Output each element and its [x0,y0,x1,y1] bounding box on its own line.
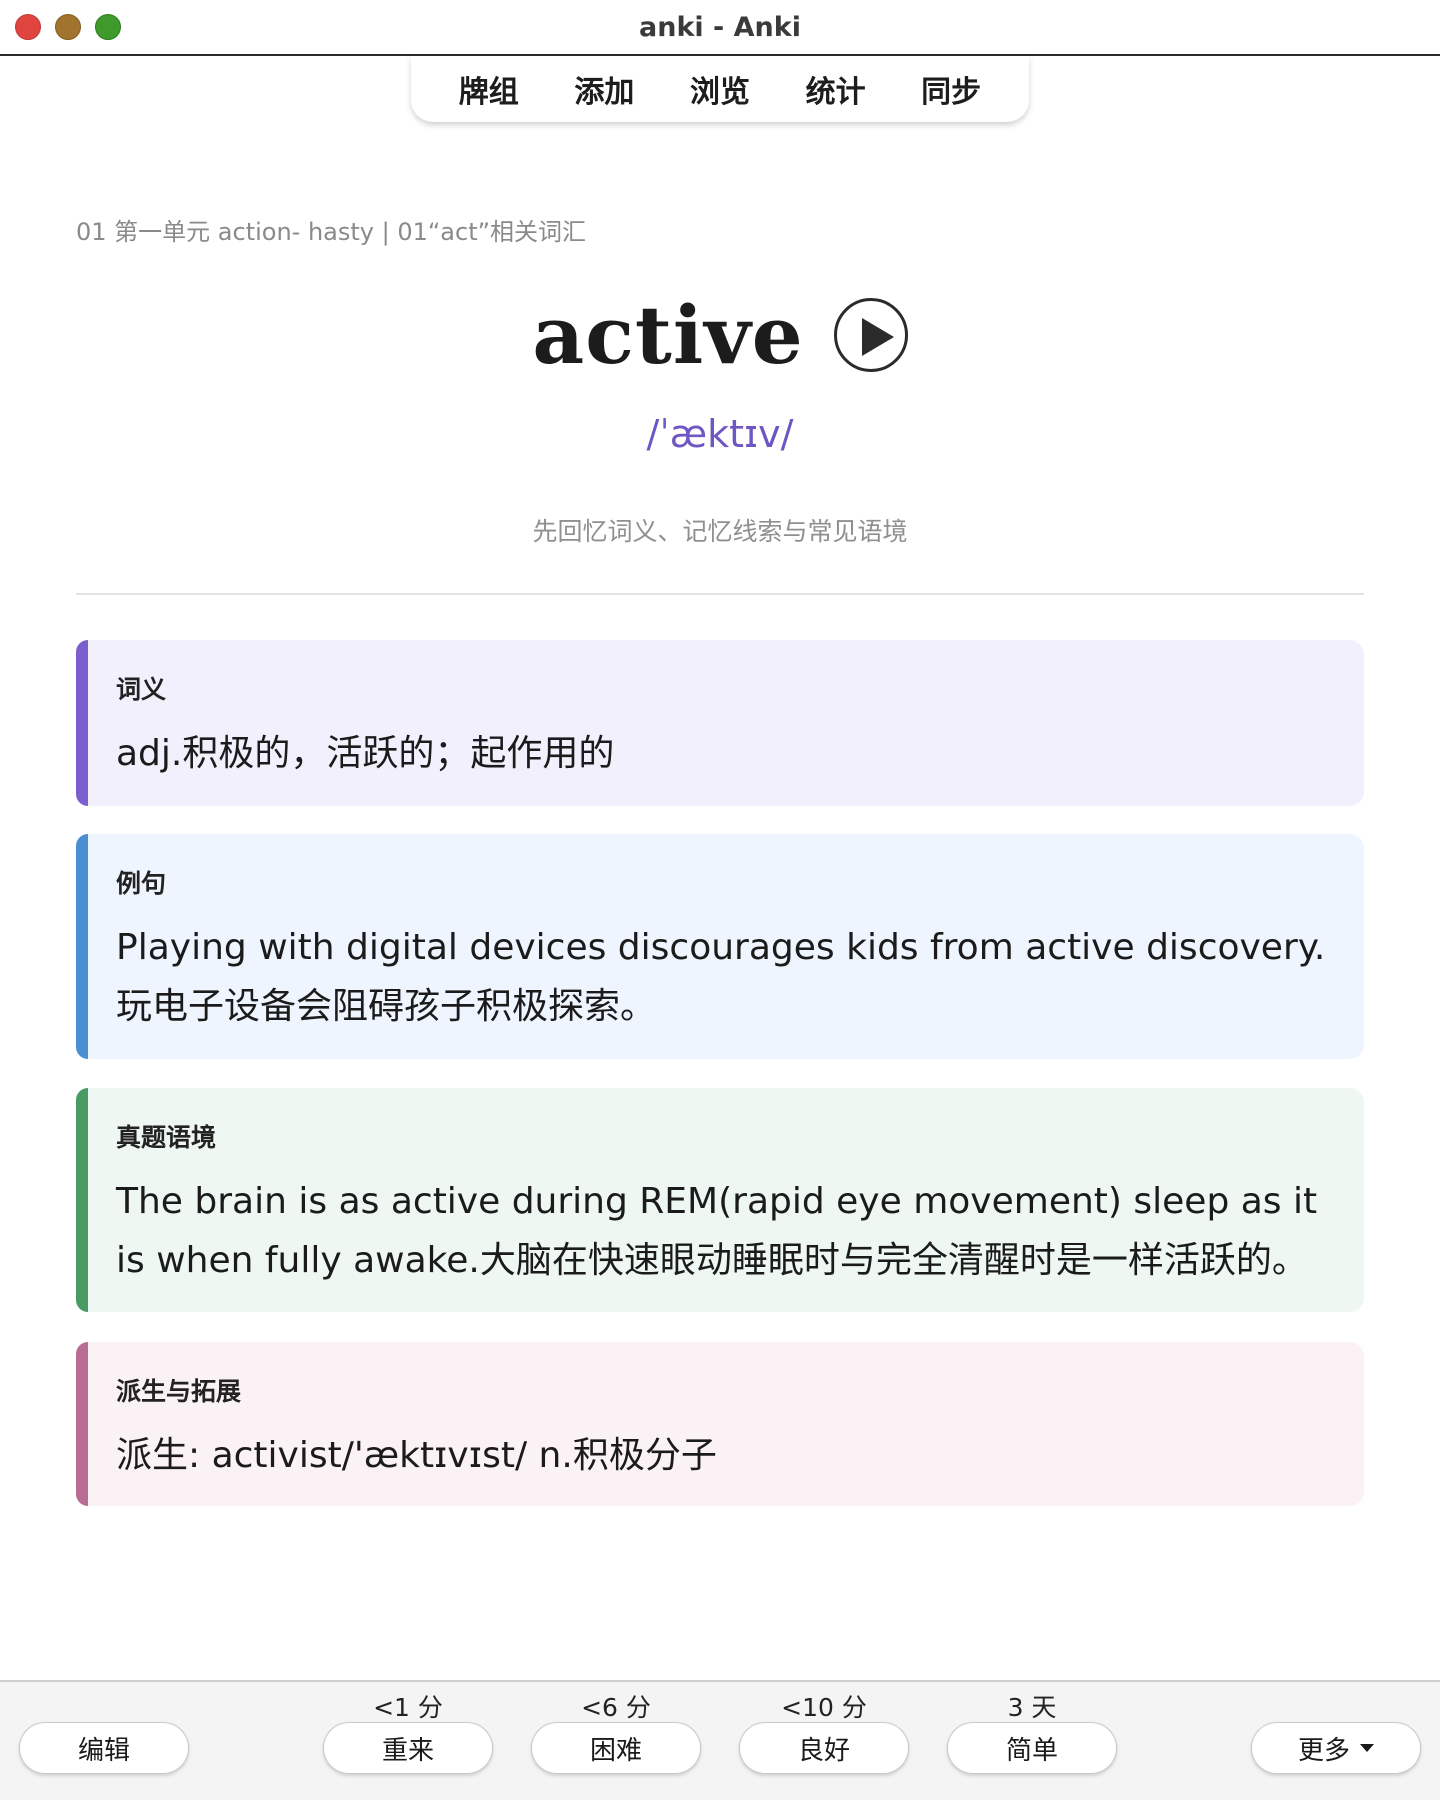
derivation-label: 派生与拓展 [116,1377,242,1406]
example-content: Playing with digital devices discourages… [116,927,1326,1027]
hard-interval: <6 分 [581,1693,651,1722]
good-button[interactable]: 良好 [739,1722,909,1774]
divider [76,593,1364,595]
toolbar-stats[interactable]: 统计 [796,63,876,115]
exam-context-content: The brain is as active during REM(rapid … [116,1181,1318,1281]
more-label: 更多 [1297,1735,1350,1766]
more-button[interactable]: 更多 [1251,1722,1421,1774]
toolbar-sync[interactable]: 同步 [911,63,991,115]
chevron-down-icon [1360,1744,1374,1752]
good-interval: <10 分 [781,1693,867,1722]
toolbar-add[interactable]: 添加 [564,63,644,115]
definition-content: adj.积极的，活跃的；起作用的 [116,733,615,774]
exam-context-label: 真题语境 [116,1123,217,1152]
definition-section: 词义 adj.积极的，活跃的；起作用的 [76,640,1364,806]
toolbar-browse[interactable]: 浏览 [680,63,760,115]
exam-context-section: 真题语境 The brain is as active during REM(r… [76,1088,1364,1312]
recall-hint: 先回忆词义、记忆线索与常见语境 [532,517,908,546]
title-bar: anki - Anki [0,0,1440,56]
main-toolbar: 牌组 添加 浏览 统计 同步 [411,56,1029,122]
derivation-section: 派生与拓展 派生: activist/'æktɪvɪst/ n.积极分子 [76,1342,1364,1506]
deck-breadcrumb: 01 第一单元 action- hasty | 01“act”相关词汇 [76,218,587,246]
play-icon[interactable] [833,298,908,372]
card-word: active [532,288,804,382]
phonetic: /ˈæktɪv/ [646,412,794,456]
review-bottom-bar: 编辑 <1 分 重来 <6 分 困难 <10 分 良好 3 天 简单 更多 [0,1680,1440,1800]
edit-button[interactable]: 编辑 [19,1722,189,1774]
toolbar-decks[interactable]: 牌组 [449,63,529,115]
word-header: active [0,280,1440,390]
again-button[interactable]: 重来 [323,1722,493,1774]
easy-interval: 3 天 [1007,1693,1057,1722]
window-title: anki - Anki [639,12,801,43]
again-interval: <1 分 [373,1693,443,1722]
definition-label: 词义 [116,675,167,704]
anki-window: anki - Anki 牌组 添加 浏览 统计 同步 01 第一单元 actio… [0,0,1440,1800]
derivation-content: 派生: activist/'æktɪvɪst/ n.积极分子 [116,1435,717,1476]
example-label: 例句 [116,869,167,898]
hard-button[interactable]: 困难 [531,1722,701,1774]
example-section: 例句 Playing with digital devices discoura… [76,834,1364,1059]
easy-button[interactable]: 简单 [947,1722,1117,1774]
